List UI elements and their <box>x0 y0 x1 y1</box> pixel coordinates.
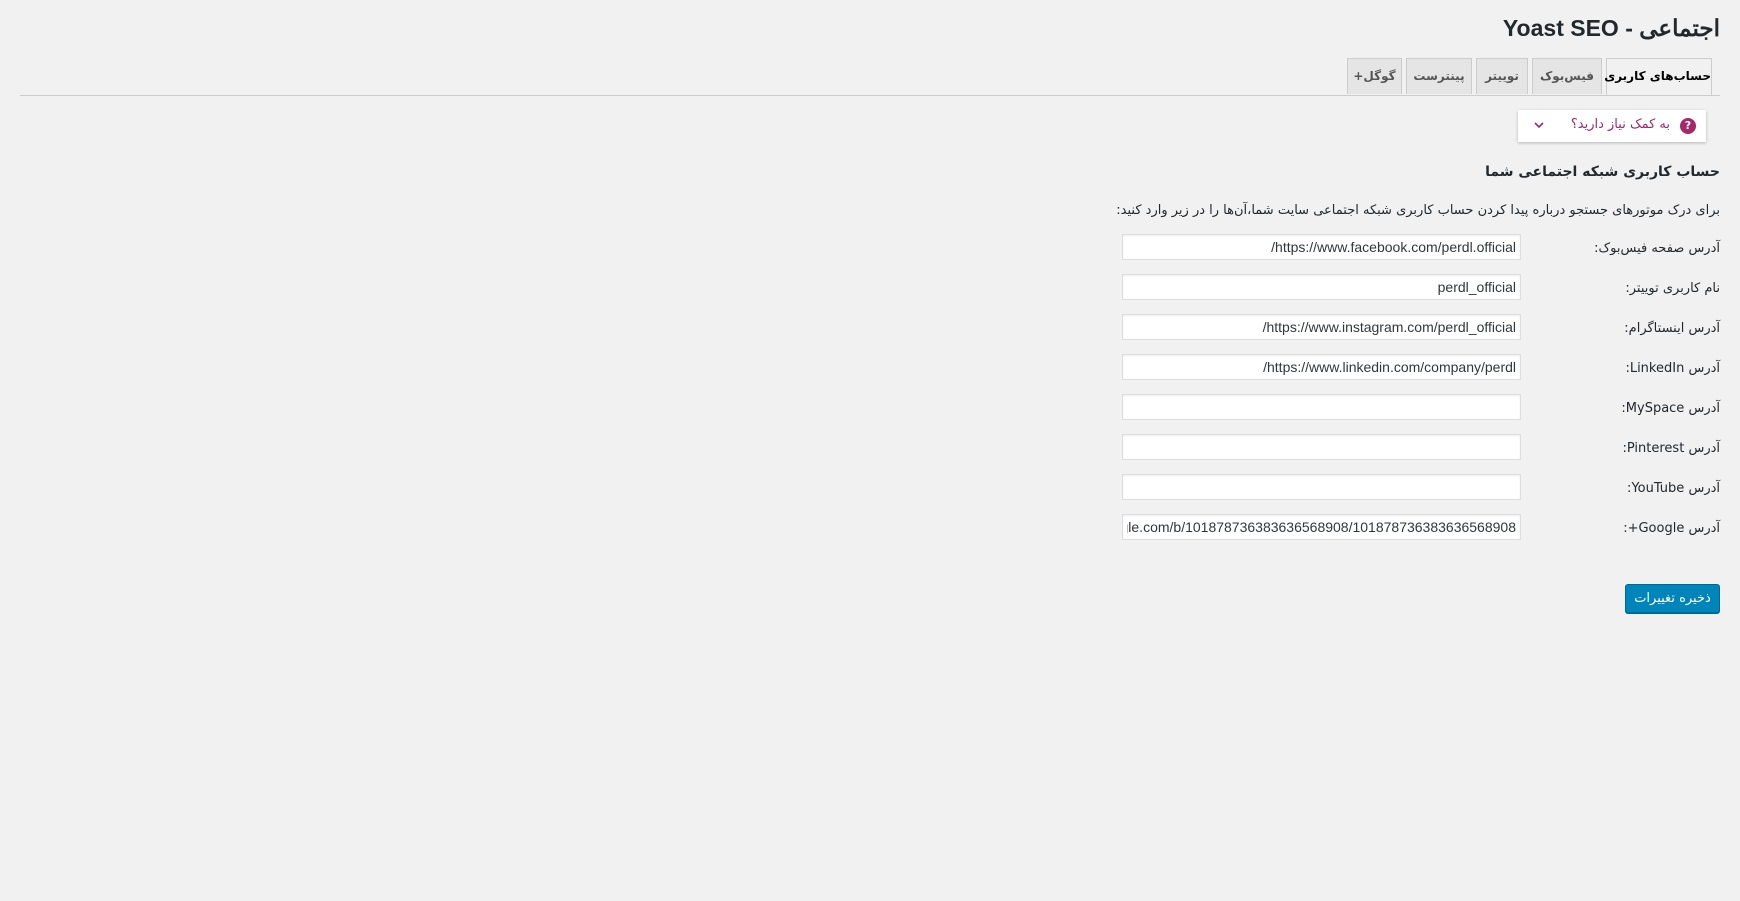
field-row-linkedin: آدرس LinkedIn: <box>20 354 1720 380</box>
page-title: اجتماعی - Yoast SEO <box>1502 15 1720 41</box>
section-title: حساب کاربری شبکه اجتماعی شما <box>1485 164 1720 180</box>
section-description: برای درک موتورهای جستجو درباره پیدا کردن… <box>1116 203 1720 218</box>
myspace-label: آدرس MySpace: <box>1621 401 1720 416</box>
field-row-facebook: آدرس صفحه فیس‌بوک: <box>20 234 1720 260</box>
help-toggle[interactable]: ? به کمک نیاز دارید؟ <box>1518 110 1706 142</box>
help-label: به کمک نیاز دارید؟ <box>1570 117 1670 132</box>
linkedin-url-input[interactable] <box>1122 354 1521 380</box>
field-row-googleplus: آدرس Google+: <box>20 514 1720 540</box>
pinterest-url-input[interactable] <box>1122 434 1521 460</box>
tab-bar: حساب‌های کاربری فیس‌بوک توییتر پینترست گ… <box>20 58 1720 96</box>
tab-accounts[interactable]: حساب‌های کاربری <box>1604 58 1712 95</box>
instagram-label: آدرس اینستاگرام: <box>1624 321 1720 336</box>
linkedin-label: آدرس LinkedIn: <box>1625 361 1720 376</box>
chevron-down-icon <box>1532 117 1546 131</box>
field-row-youtube: آدرس YouTube: <box>20 474 1720 500</box>
twitter-username-input[interactable] <box>1122 274 1521 300</box>
youtube-url-input[interactable] <box>1122 474 1521 500</box>
googleplus-label: آدرس Google+: <box>1623 521 1720 536</box>
save-changes-button[interactable]: ذخیره تغییرات <box>1625 584 1720 613</box>
facebook-url-input[interactable] <box>1122 234 1521 260</box>
googleplus-url-input[interactable] <box>1122 514 1521 540</box>
youtube-label: آدرس YouTube: <box>1627 481 1720 496</box>
pinterest-label: آدرس Pinterest: <box>1622 441 1720 456</box>
question-circle-icon: ? <box>1680 118 1696 134</box>
field-row-myspace: آدرس MySpace: <box>20 394 1720 420</box>
field-row-twitter: نام کاربری توییتر: <box>20 274 1720 300</box>
tab-twitter[interactable]: توییتر <box>1476 58 1528 94</box>
field-row-instagram: آدرس اینستاگرام: <box>20 314 1720 340</box>
tab-pinterest[interactable]: پینترست <box>1406 58 1472 94</box>
tab-facebook[interactable]: فیس‌بوک <box>1532 58 1602 94</box>
tab-googleplus[interactable]: گوگل+ <box>1347 58 1402 94</box>
facebook-label: آدرس صفحه فیس‌بوک: <box>1594 241 1720 256</box>
twitter-label: نام کاربری توییتر: <box>1625 281 1720 296</box>
instagram-url-input[interactable] <box>1122 314 1521 340</box>
field-row-pinterest: آدرس Pinterest: <box>20 434 1720 460</box>
myspace-url-input[interactable] <box>1122 394 1521 420</box>
